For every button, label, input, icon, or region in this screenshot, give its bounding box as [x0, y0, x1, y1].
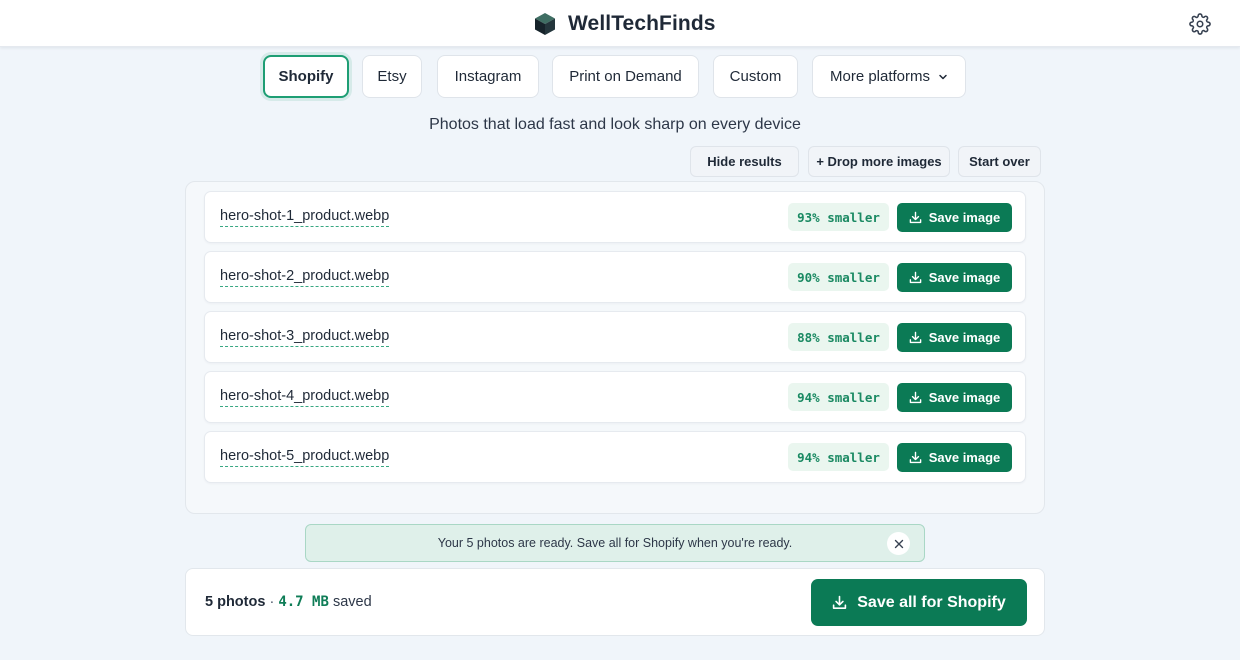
- brand[interactable]: WellTechFinds: [534, 12, 716, 36]
- tab-instagram[interactable]: Instagram: [437, 55, 539, 98]
- chevron-down-icon: [938, 72, 948, 82]
- download-icon: [909, 211, 922, 224]
- tab-custom[interactable]: Custom: [713, 55, 798, 98]
- tab-more-platforms[interactable]: More platforms: [812, 55, 966, 98]
- save-image-button[interactable]: Save image: [897, 203, 1012, 232]
- result-row: hero-shot-5_product.webp 94% smaller Sav…: [204, 431, 1026, 483]
- ready-toast: Your 5 photos are ready. Save all for Sh…: [305, 524, 925, 562]
- size-reduction-badge: 90% smaller: [788, 263, 889, 291]
- brand-name: WellTechFinds: [568, 12, 716, 35]
- start-over-button[interactable]: Start over: [958, 146, 1041, 177]
- file-name[interactable]: hero-shot-5_product.webp: [220, 447, 390, 467]
- drop-more-images-button[interactable]: + Drop more images: [808, 146, 950, 177]
- save-image-label: Save image: [928, 330, 1001, 345]
- result-row: hero-shot-3_product.webp 88% smaller Sav…: [204, 311, 1026, 363]
- download-icon: [909, 451, 922, 464]
- file-name[interactable]: hero-shot-2_product.webp: [220, 267, 390, 287]
- save-image-button[interactable]: Save image: [897, 323, 1012, 352]
- tab-shopify[interactable]: Shopify: [263, 55, 349, 98]
- save-all-label: Save all for Shopify: [857, 593, 1006, 611]
- results-panel: hero-shot-1_product.webp 93% smaller Sav…: [185, 181, 1045, 514]
- download-icon: [909, 391, 922, 404]
- result-row: hero-shot-2_product.webp 90% smaller Sav…: [204, 251, 1026, 303]
- result-row: hero-shot-1_product.webp 93% smaller Sav…: [204, 191, 1026, 243]
- save-image-label: Save image: [928, 450, 1001, 465]
- file-name[interactable]: hero-shot-1_product.webp: [220, 207, 390, 227]
- photo-count: 5 photos: [205, 594, 266, 610]
- tab-label: Print on Demand: [569, 68, 682, 85]
- size-reduction-badge: 88% smaller: [788, 323, 889, 351]
- size-reduction-badge: 93% smaller: [788, 203, 889, 231]
- save-image-label: Save image: [928, 210, 1001, 225]
- save-image-button[interactable]: Save image: [897, 263, 1012, 292]
- cube-icon: [534, 12, 556, 36]
- download-icon: [909, 271, 922, 284]
- platform-tabs: Shopify Etsy Instagram Print on Demand C…: [0, 55, 1240, 99]
- tab-label: Shopify: [278, 68, 334, 85]
- tab-label: Instagram: [454, 68, 522, 85]
- size-reduction-badge: 94% smaller: [788, 383, 889, 411]
- save-image-button[interactable]: Save image: [897, 383, 1012, 412]
- summary-bar: 5 photos · 4.7 MB saved Save all for Sho…: [185, 568, 1045, 636]
- savings-summary: 5 photos · 4.7 MB saved: [205, 594, 372, 610]
- file-name[interactable]: hero-shot-4_product.webp: [220, 387, 390, 407]
- tab-label: Custom: [729, 68, 782, 85]
- top-bar: WellTechFinds: [0, 0, 1240, 47]
- download-icon: [832, 595, 847, 610]
- result-row: hero-shot-4_product.webp 94% smaller Sav…: [204, 371, 1026, 423]
- save-image-label: Save image: [928, 270, 1001, 285]
- gear-icon[interactable]: [1189, 13, 1211, 35]
- download-icon: [909, 331, 922, 344]
- size-reduction-badge: 94% smaller: [788, 443, 889, 471]
- tab-etsy[interactable]: Etsy: [362, 55, 422, 98]
- tab-label: More platforms: [829, 68, 931, 85]
- close-icon[interactable]: [887, 532, 910, 555]
- toast-message: Your 5 photos are ready. Save all for Sh…: [437, 536, 793, 550]
- save-all-button[interactable]: Save all for Shopify: [811, 579, 1027, 626]
- save-image-label: Save image: [928, 390, 1001, 405]
- tab-label: Etsy: [377, 68, 407, 85]
- saved-amount: 4.7 MB: [278, 594, 329, 610]
- page-subtitle: Photos that load fast and look sharp on …: [429, 116, 801, 133]
- saved-suffix: saved: [332, 594, 372, 610]
- file-name[interactable]: hero-shot-3_product.webp: [220, 327, 390, 347]
- hide-results-button[interactable]: Hide results: [690, 146, 799, 177]
- save-image-button[interactable]: Save image: [897, 443, 1012, 472]
- tab-print-on-demand[interactable]: Print on Demand: [552, 55, 699, 98]
